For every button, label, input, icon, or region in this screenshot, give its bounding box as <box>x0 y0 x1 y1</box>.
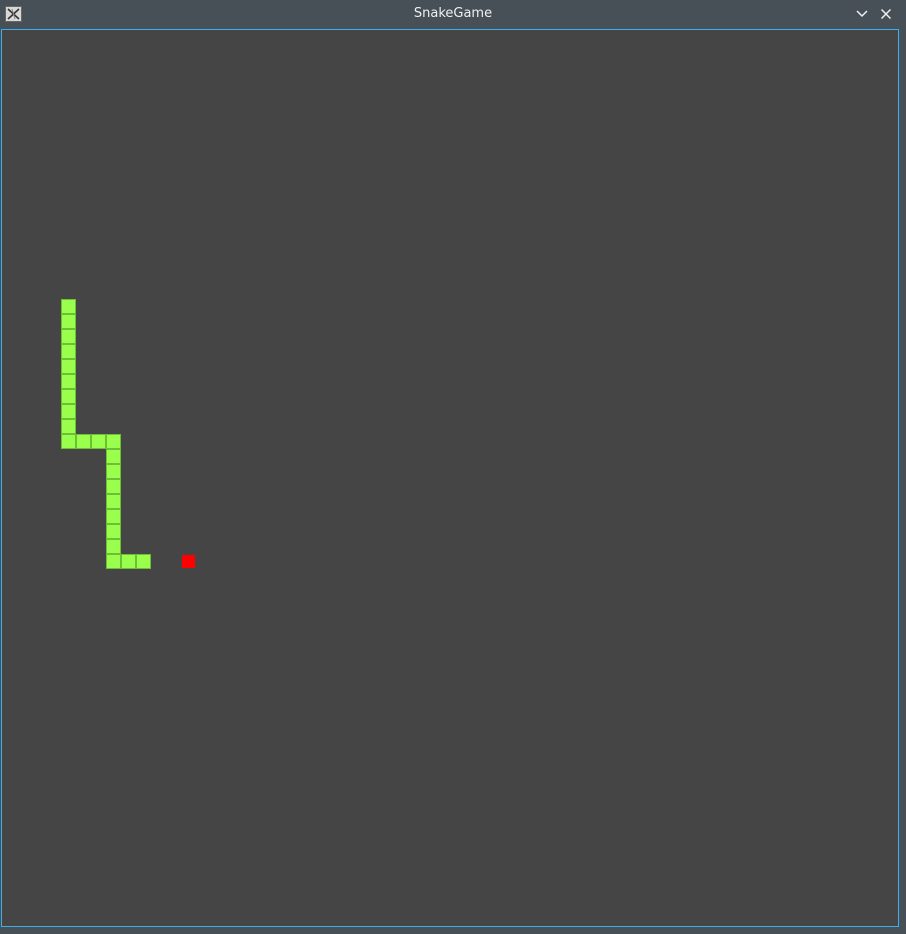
snake-game-window: SnakeGame <box>0 0 906 934</box>
snake-segment <box>61 344 76 359</box>
game-board[interactable] <box>1 29 899 927</box>
snake-segment <box>61 389 76 404</box>
snake-segment <box>61 359 76 374</box>
snake-segment <box>106 434 121 449</box>
snake-segment <box>61 404 76 419</box>
title-bar[interactable]: SnakeGame <box>0 0 906 28</box>
snake-segment <box>91 434 106 449</box>
snake-segment <box>106 539 121 554</box>
snake-segment <box>106 479 121 494</box>
snake-segment <box>106 509 121 524</box>
chevron-down-icon[interactable] <box>854 6 870 22</box>
snake-segment <box>106 464 121 479</box>
snake-segment <box>106 524 121 539</box>
snake-head <box>136 554 151 569</box>
snake-segment <box>61 419 76 434</box>
snake-segment <box>61 434 76 449</box>
snake-segment <box>106 554 121 569</box>
snake-segment <box>61 374 76 389</box>
window-title: SnakeGame <box>413 6 493 21</box>
close-icon[interactable] <box>878 6 894 22</box>
snake-segment <box>61 314 76 329</box>
snake-segment <box>121 554 136 569</box>
snake-segment <box>106 494 121 509</box>
food-pellet <box>182 555 195 568</box>
snake-segment <box>61 299 76 314</box>
snake-segment <box>76 434 91 449</box>
snake-segment <box>106 449 121 464</box>
snake-segment <box>61 329 76 344</box>
